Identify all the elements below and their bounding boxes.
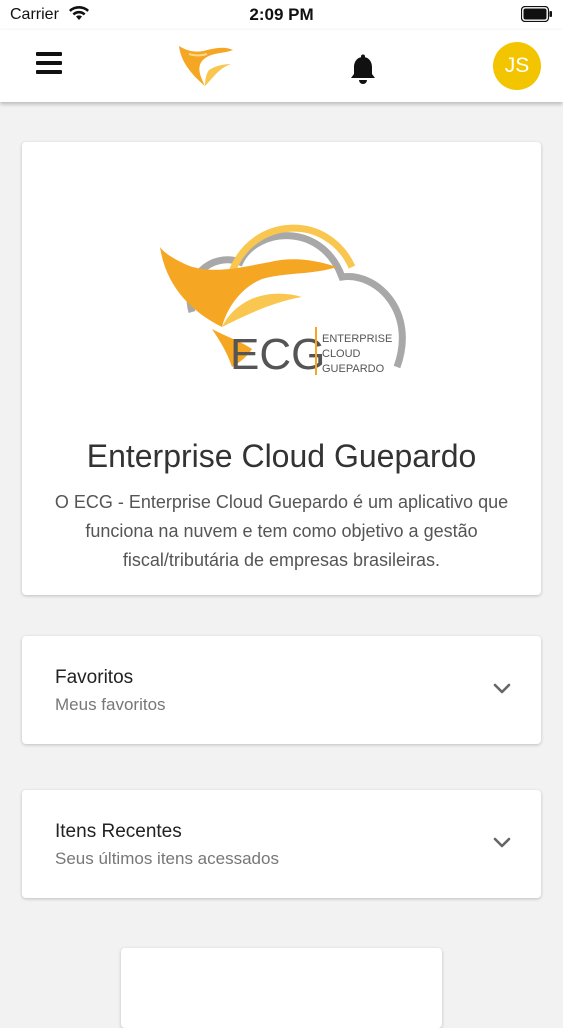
- hamburger-menu-icon[interactable]: [36, 52, 64, 78]
- bottom-card: [121, 948, 442, 1028]
- logo-line-3: GUEPARDO: [322, 363, 385, 375]
- recent-items-subtitle: Seus últimos itens acessados: [55, 849, 279, 868]
- bell-icon[interactable]: [348, 54, 378, 91]
- app-description: O ECG - Enterprise Cloud Guepardo é um a…: [54, 492, 509, 570]
- chevron-down-icon[interactable]: [493, 682, 511, 700]
- favorites-section[interactable]: Favoritos Meus favoritos: [22, 636, 541, 744]
- logo-line-1: ENTERPRISE: [322, 333, 392, 345]
- app-header: JS: [0, 30, 563, 102]
- cheetah-logo-icon[interactable]: [175, 40, 237, 93]
- favorites-title: Favoritos: [55, 667, 134, 688]
- logo-line-2: CLOUD: [322, 348, 361, 360]
- status-bar: Carrier 2:09 PM: [0, 0, 563, 30]
- chevron-down-icon[interactable]: [493, 836, 511, 854]
- recent-items-title: Itens Recentes: [55, 821, 182, 842]
- app-info-card: ECG ENTERPRISE CLOUD GUEPARDO Enterprise…: [22, 142, 541, 595]
- avatar[interactable]: JS: [493, 42, 541, 90]
- battery-icon: [520, 5, 553, 27]
- ecg-logo: ECG ENTERPRISE CLOUD GUEPARDO: [152, 217, 412, 392]
- clock: 2:09 PM: [249, 5, 314, 24]
- favorites-subtitle: Meus favoritos: [55, 695, 166, 714]
- app-title: Enterprise Cloud Guepardo: [86, 438, 477, 474]
- logo-abbr: ECG: [230, 330, 325, 379]
- recent-items-section[interactable]: Itens Recentes Seus últimos itens acessa…: [22, 790, 541, 898]
